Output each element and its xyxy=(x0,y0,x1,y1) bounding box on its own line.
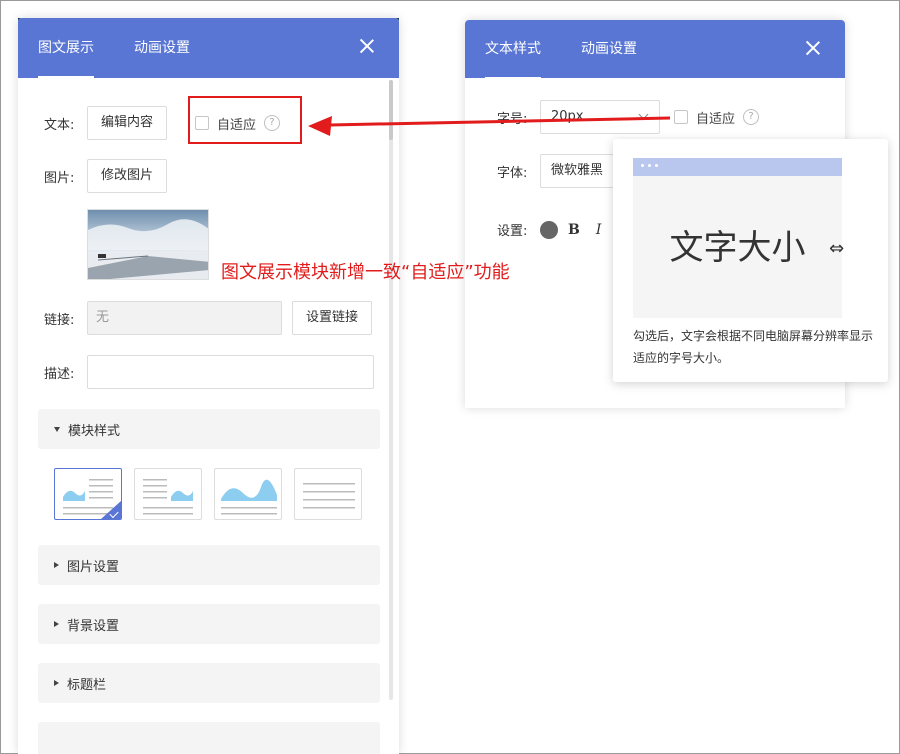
help-icon[interactable]: ? xyxy=(743,109,760,125)
layout-text-only-icon xyxy=(303,483,355,509)
link-row: 链接: 无 设置链接 xyxy=(44,301,373,335)
settings-row: 设置: B I xyxy=(497,220,601,239)
close-icon[interactable] xyxy=(805,40,821,56)
annotation-arrow-icon xyxy=(308,116,671,136)
panel-tabs: 图文展示 动画设置 xyxy=(18,18,399,78)
style-option-image-top[interactable] xyxy=(214,468,282,520)
caret-right-icon xyxy=(54,562,59,568)
font-family-row: 字体: 微软雅黑 xyxy=(497,154,620,188)
image-thumbnail[interactable] xyxy=(87,209,209,280)
section-image-settings[interactable]: 图片设置 xyxy=(38,545,380,585)
font-color-picker[interactable] xyxy=(540,220,558,239)
style-option-image-left[interactable] xyxy=(54,468,122,520)
description-row: 描述: xyxy=(44,355,374,389)
description-input[interactable] xyxy=(87,355,374,389)
browser-preview: 文字大小 xyxy=(633,158,842,318)
adaptive-help-tooltip: 文字大小 ⇔ 勾选后，文字会根据不同电脑屏幕分辨率显示适应的字号大小。 xyxy=(613,139,888,382)
panel-tabs: 文本样式 动画设置 xyxy=(465,20,845,79)
snow-road-image xyxy=(88,210,208,279)
bold-button[interactable]: B xyxy=(568,222,580,238)
style-option-image-right[interactable] xyxy=(134,468,202,520)
section-label: 模块样式 xyxy=(68,423,121,439)
caret-down-icon xyxy=(54,426,60,432)
adaptive-label: 自适应 xyxy=(696,111,736,127)
resize-arrow-icon: ⇔ xyxy=(829,238,845,259)
font-family-label: 字体: xyxy=(497,165,528,181)
image-label: 图片: xyxy=(44,170,75,186)
section-label: 图片设置 xyxy=(67,559,120,575)
annotation-text: 图文展示模块新增一致“自适应”功能 xyxy=(221,262,510,283)
highlight-box xyxy=(188,96,302,144)
background-text: 我 xyxy=(398,36,411,50)
style-option-text-only[interactable] xyxy=(294,468,362,520)
set-link-button[interactable]: 设置链接 xyxy=(292,301,373,335)
section-background-settings[interactable]: 背景设置 xyxy=(38,604,380,644)
settings-label: 设置: xyxy=(497,224,528,239)
scrollbar-track[interactable] xyxy=(389,80,393,700)
preview-text: 文字大小 xyxy=(669,228,806,268)
layout-image-right-icon xyxy=(143,479,193,515)
section-title-bar[interactable]: 标题栏 xyxy=(38,663,380,703)
tab-text-style[interactable]: 文本样式 xyxy=(485,20,541,79)
caret-right-icon xyxy=(54,621,59,627)
layout-image-top-icon xyxy=(221,479,277,515)
modify-image-button[interactable]: 修改图片 xyxy=(87,159,168,193)
tab-image-text-display[interactable]: 图文展示 xyxy=(38,18,94,78)
section-label: 标题栏 xyxy=(67,677,107,693)
tab-animation-settings[interactable]: 动画设置 xyxy=(134,18,190,78)
close-icon[interactable] xyxy=(359,38,375,54)
tooltip-description: 勾选后，文字会根据不同电脑屏幕分辨率显示适应的字号大小。 xyxy=(633,329,874,365)
italic-button[interactable]: I xyxy=(596,222,602,238)
text-label: 文本: xyxy=(44,117,75,133)
font-family-value: 微软雅黑 xyxy=(551,163,604,178)
font-family-select[interactable]: 微软雅黑 xyxy=(540,154,620,188)
image-row: 图片: 修改图片 xyxy=(44,159,168,193)
link-input: 无 xyxy=(87,301,282,335)
description-label: 描述: xyxy=(44,366,75,382)
edit-content-button[interactable]: 编辑内容 xyxy=(87,106,168,140)
tab-animation-settings[interactable]: 动画设置 xyxy=(581,20,637,79)
section-module-style[interactable]: 模块样式 xyxy=(38,409,380,449)
caret-right-icon xyxy=(54,680,59,686)
link-label: 链接: xyxy=(44,312,75,328)
module-style-options xyxy=(54,468,362,520)
section-more[interactable] xyxy=(38,722,380,754)
section-label: 背景设置 xyxy=(67,618,120,634)
window-dots-icon xyxy=(641,164,658,167)
browser-titlebar xyxy=(633,158,842,176)
